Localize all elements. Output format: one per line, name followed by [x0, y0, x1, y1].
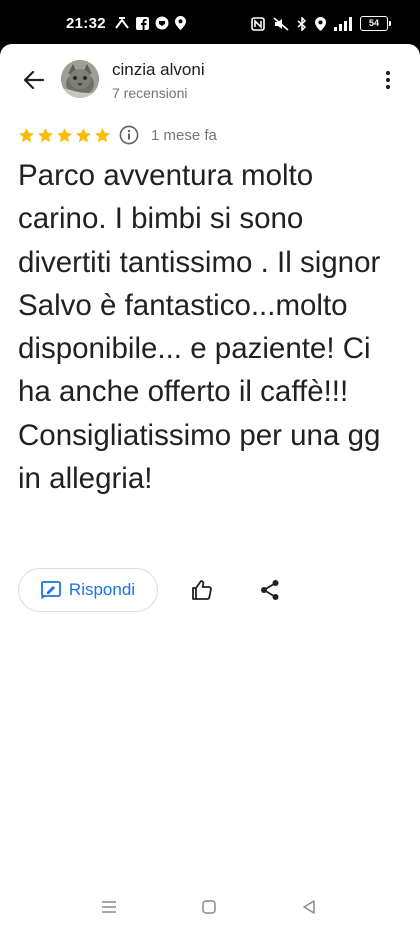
thumb-up-icon: [192, 580, 212, 600]
review-date: 1 mese fa: [151, 126, 217, 144]
back-icon: [303, 900, 315, 914]
recents-icon: [102, 901, 116, 913]
review-text: Parco avventura molto carino. I bimbi si…: [18, 159, 381, 496]
info-icon[interactable]: [119, 125, 139, 145]
signal-4g-icon: [334, 16, 352, 31]
star-icon: [57, 127, 72, 142]
more-vert-icon: [385, 70, 391, 90]
status-bar: 21:32 54: [0, 0, 420, 44]
avatar[interactable]: [61, 60, 99, 98]
system-nav-bar: [0, 880, 420, 933]
recents-button[interactable]: [99, 897, 119, 917]
reply-button-label: Rispondi: [68, 580, 136, 599]
battery-indicator: 54: [360, 16, 391, 31]
star-icon: [19, 127, 34, 142]
status-system-icons: 54: [251, 16, 391, 31]
star-icon: [38, 127, 53, 142]
like-button[interactable]: [182, 570, 222, 610]
back-button[interactable]: [18, 64, 50, 96]
nfc-icon: [251, 16, 265, 31]
reviewer-name[interactable]: cinzia alvoni: [112, 60, 205, 80]
reviewer-review-count: 7 recensioni: [112, 85, 188, 101]
star-rating: [18, 127, 111, 144]
review-screen: cinzia alvoni 7 recensioni 1 mese fa Par…: [0, 44, 420, 880]
location-icon: [175, 16, 186, 30]
home-button[interactable]: [199, 897, 219, 917]
mute-icon: [273, 16, 289, 31]
status-notification-icons: [114, 16, 186, 30]
facebook-icon: [136, 16, 149, 30]
reply-button[interactable]: Rispondi: [18, 568, 158, 612]
more-options-button[interactable]: [376, 66, 400, 94]
call-forward-icon: [115, 17, 129, 29]
arrow-left-icon: [23, 70, 45, 90]
share-button[interactable]: [250, 570, 290, 610]
location-icon: [315, 16, 326, 31]
nav-back-button[interactable]: [299, 897, 319, 917]
status-time: 21:32: [66, 15, 106, 32]
home-icon: [202, 900, 216, 914]
bluetooth-icon: [297, 16, 307, 31]
reply-edit-icon: [41, 581, 61, 599]
share-icon: [261, 580, 279, 600]
cat-avatar-image: [61, 60, 99, 98]
star-icon: [95, 127, 110, 142]
shield-icon: [155, 16, 169, 30]
rating-row: 1 mese fa: [18, 123, 217, 147]
star-icon: [76, 127, 91, 142]
review-actions: Rispondi: [18, 568, 290, 612]
